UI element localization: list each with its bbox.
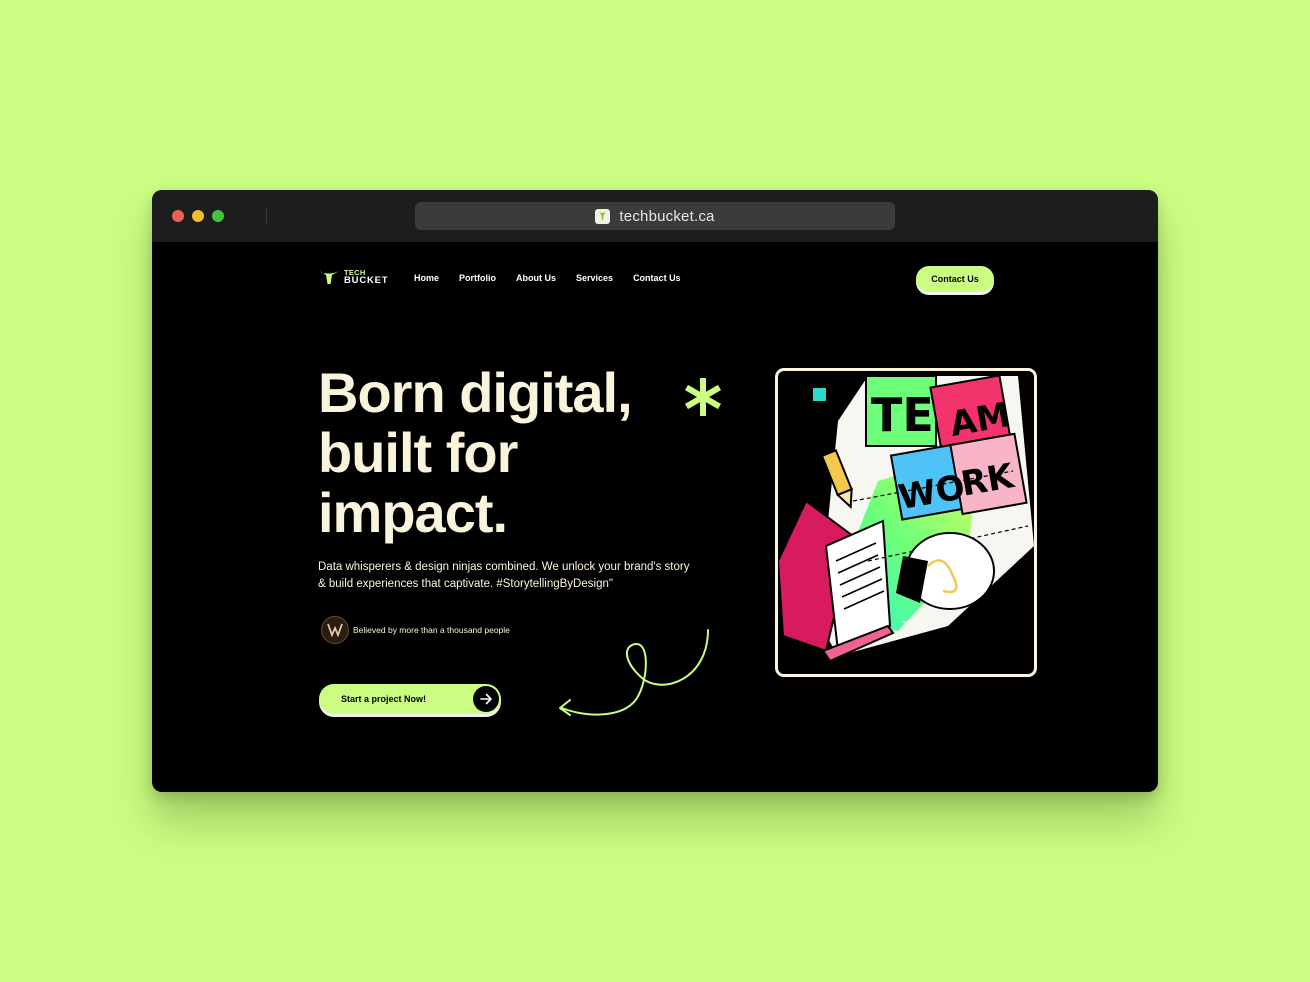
- squiggle-arrow-icon: [559, 629, 709, 716]
- headline-line-3: impact.: [318, 481, 508, 544]
- puzzle-text-te: TE: [871, 388, 934, 442]
- maximize-window-button[interactable]: [212, 210, 224, 222]
- nav-portfolio[interactable]: Portfolio: [459, 273, 496, 283]
- contact-us-button[interactable]: Contact Us: [916, 266, 994, 292]
- asterisk-icon: [685, 378, 721, 416]
- trust-text: Believed by more than a thousand people: [353, 625, 510, 635]
- hero-subtext: Data whisperers & design ninjas combined…: [318, 561, 690, 590]
- browser-titlebar: techbucket.ca: [152, 190, 1158, 242]
- site-logo[interactable]: TECH BUCKET: [319, 269, 388, 285]
- site-favicon-icon: [595, 208, 611, 224]
- hero-headline: Born digital, built for impact.: [318, 361, 633, 544]
- address-bar[interactable]: techbucket.ca: [415, 202, 895, 230]
- close-window-button[interactable]: [172, 210, 184, 222]
- url-text: techbucket.ca: [619, 207, 715, 225]
- titlebar-divider: [266, 207, 267, 225]
- browser-window: techbucket.ca TECH BUCKET Home Portfolio…: [152, 190, 1158, 792]
- website-page: TECH BUCKET Home Portfolio About Us Serv…: [152, 242, 1158, 792]
- teamwork-illustration: TE AM WO RK: [775, 368, 1037, 677]
- nav-home[interactable]: Home: [414, 273, 439, 283]
- cta-label: Start a project Now!: [341, 694, 427, 704]
- headline-line-1: Born digital,: [318, 361, 633, 424]
- trust-badge-icon: [321, 616, 349, 644]
- logo-text-bottom: BUCKET: [344, 275, 389, 286]
- main-nav: Home Portfolio About Us Services Contact…: [414, 273, 701, 283]
- arrow-right-icon: [473, 686, 499, 712]
- nav-about-us[interactable]: About Us: [516, 273, 556, 283]
- bucket-logo-icon: [319, 270, 339, 284]
- headline-line-2: built for: [318, 421, 518, 484]
- start-project-button[interactable]: Start a project Now!: [319, 684, 501, 714]
- nav-contact-us[interactable]: Contact Us: [633, 273, 681, 283]
- minimize-window-button[interactable]: [192, 210, 204, 222]
- nav-services[interactable]: Services: [576, 273, 613, 283]
- trust-badge-row: Believed by more than a thousand people: [321, 616, 510, 644]
